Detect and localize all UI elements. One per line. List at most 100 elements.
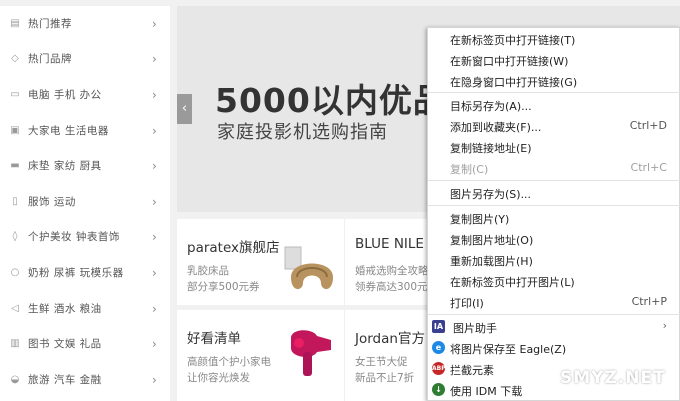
book-icon: ▥ xyxy=(10,337,20,349)
watermark-logo-icon xyxy=(540,367,560,387)
menu-separator xyxy=(428,92,680,93)
tile-title: 好看清单 xyxy=(187,331,241,347)
adblock-icon: ABP xyxy=(432,362,446,375)
context-menu: 在新标签页中打开链接(T) 在新窗口中打开链接(W) 在隐身窗口中打开链接(G)… xyxy=(427,27,680,401)
tile-line2: 部分享500元券 xyxy=(187,281,260,293)
sidebar-item-label: 服饰 运动 xyxy=(28,196,76,208)
sidebar-item-hot-recommend[interactable]: ▤ 热门推荐 › xyxy=(0,6,170,41)
fish-icon: ◁ xyxy=(11,302,19,314)
chevron-right-icon: › xyxy=(152,158,157,173)
menu-item-save-to-eagle[interactable]: e 将图片保存至 Eagle(Z) xyxy=(428,338,680,358)
sidebar-item-label: 生鲜 酒水 粮油 xyxy=(28,303,102,315)
tile-line1: 女王节大促 xyxy=(355,356,408,368)
sidebar-item-hot-brands[interactable]: ◇ 热门品牌 › xyxy=(0,41,170,76)
car-icon: ◒ xyxy=(10,373,20,385)
menu-item-image-assistant[interactable]: IA 图片助手 › xyxy=(428,317,680,337)
banner-prev-button[interactable]: ‹ xyxy=(177,94,192,124)
chevron-right-icon: › xyxy=(152,336,157,351)
menu-item-copy-link[interactable]: 复制链接地址(E) xyxy=(428,137,680,157)
menu-item-save-image-as[interactable]: 图片另存为(S)... xyxy=(428,183,680,203)
menu-item-label: 复制(C) xyxy=(450,163,489,176)
menu-item-open-link-new-tab[interactable]: 在新标签页中打开链接(T) xyxy=(428,29,680,49)
promo-tile-bluenile[interactable]: BLUE NILE 婚戒选购全攻略 领券高达300元 xyxy=(345,219,427,305)
sidebar-item-label: 图书 文娱 礼品 xyxy=(28,338,102,350)
menu-item-open-link-incognito[interactable]: 在隐身窗口中打开链接(G) xyxy=(428,71,680,91)
watermark-text: SMYZ.NET xyxy=(560,368,666,388)
hair-dryer-image xyxy=(291,330,331,376)
menu-item-print[interactable]: 打印(I) Ctrl+P xyxy=(428,292,680,312)
sidebar-item-fresh[interactable]: ◁ 生鲜 酒水 粮油 › xyxy=(0,291,170,326)
menu-item-shortcut: Ctrl+P xyxy=(631,295,667,308)
sidebar-item-label: 床垫 家纺 厨具 xyxy=(28,160,102,172)
menu-separator xyxy=(428,180,680,181)
chevron-left-icon: ‹ xyxy=(181,101,188,116)
tag-icon: ◇ xyxy=(11,52,19,64)
sidebar-item-apparel[interactable]: ▯ 服饰 运动 › xyxy=(0,184,170,219)
monitor-icon: ▭ xyxy=(10,88,20,100)
sidebar-item-label: 热门推荐 xyxy=(28,18,72,30)
eagle-icon: e xyxy=(432,341,445,354)
menu-item-label: 图片助手 xyxy=(453,322,497,335)
chevron-right-icon: › xyxy=(152,265,157,280)
tile-title: Jordan官方 xyxy=(355,331,425,347)
menu-item-label: 在新标签页中打开链接(T) xyxy=(450,34,576,47)
menu-item-add-bookmark[interactable]: 添加到收藏夹(F)... Ctrl+D xyxy=(428,116,680,136)
promo-tile-paratex[interactable]: paratex旗舰店 乳胶床品 部分享500元券 xyxy=(177,219,344,305)
menu-item-label: 重新加载图片(H) xyxy=(450,255,533,268)
sidebar-item-books[interactable]: ▥ 图书 文娱 礼品 › xyxy=(0,326,170,361)
sidebar-item-baby[interactable]: ○ 奶粉 尿裤 玩模乐器 › xyxy=(0,255,170,290)
document-icon: ▤ xyxy=(10,17,20,29)
promo-tile-good-list[interactable]: 好看清单 高颜值个护小家电 让你容光焕发 xyxy=(177,310,344,401)
chevron-right-icon: › xyxy=(152,372,157,387)
sidebar-item-computers[interactable]: ▭ 电脑 手机 办公 › xyxy=(0,77,170,112)
sidebar-item-label: 旅游 汽车 金融 xyxy=(28,374,102,386)
menu-item-label: 添加到收藏夹(F)... xyxy=(450,121,542,134)
menu-item-label: 使用 IDM 下载 xyxy=(450,385,523,398)
sidebar-item-appliances[interactable]: ▣ 大家电 生活电器 › xyxy=(0,113,170,148)
menu-item-label: 在新窗口中打开链接(W) xyxy=(450,55,569,68)
menu-item-label: 将图片保存至 Eagle(Z) xyxy=(450,343,567,356)
bed-icon: ▬ xyxy=(10,159,20,171)
tile-line2: 新品不止7折 xyxy=(355,372,415,384)
chevron-right-icon: › xyxy=(152,123,157,138)
sidebar-item-travel[interactable]: ◒ 旅游 汽车 金融 › xyxy=(0,362,170,397)
tv-icon: ▣ xyxy=(10,124,20,136)
menu-item-copy-image[interactable]: 复制图片(Y) xyxy=(428,208,680,228)
menu-item-copy: 复制(C) Ctrl+C xyxy=(428,158,680,178)
category-sidebar: ▤ 热门推荐 › ◇ 热门品牌 › ▭ 电脑 手机 办公 › ▣ 大家电 生活电… xyxy=(0,6,170,401)
chevron-right-icon: › xyxy=(152,51,157,66)
menu-item-label: 复制图片(Y) xyxy=(450,213,510,226)
image-assistant-icon: IA xyxy=(432,320,445,333)
sidebar-item-label: 电脑 手机 办公 xyxy=(28,89,102,101)
menu-item-shortcut: Ctrl+C xyxy=(630,161,667,174)
tile-line2: 领券高达300元 xyxy=(355,281,427,293)
diamond-icon: ◊ xyxy=(12,230,18,242)
sidebar-item-label: 个护美妆 钟表首饰 xyxy=(28,231,120,243)
menu-separator xyxy=(428,205,680,206)
menu-item-copy-image-address[interactable]: 复制图片地址(O) xyxy=(428,229,680,249)
promo-tile-jordan[interactable]: Jordan官方 女王节大促 新品不止7折 xyxy=(345,310,427,401)
shirt-icon: ▯ xyxy=(12,195,18,207)
menu-item-reload-image[interactable]: 重新加载图片(H) xyxy=(428,250,680,270)
sidebar-item-home[interactable]: ▬ 床垫 家纺 厨具 › xyxy=(0,148,170,183)
chevron-right-icon: › xyxy=(152,16,157,31)
menu-item-save-target-as[interactable]: 目标另存为(A)... xyxy=(428,95,680,115)
menu-item-label: 打印(I) xyxy=(450,297,484,310)
menu-item-open-image-new-tab[interactable]: 在新标签页中打开图片(L) xyxy=(428,271,680,291)
menu-item-label: 拦截元素 xyxy=(450,364,494,377)
pillow-image xyxy=(284,246,333,290)
chevron-right-icon: › xyxy=(152,301,157,316)
idm-icon: ↓ xyxy=(432,383,445,396)
menu-separator xyxy=(428,314,680,315)
menu-item-open-link-new-window[interactable]: 在新窗口中打开链接(W) xyxy=(428,50,680,70)
chevron-right-icon: › xyxy=(152,87,157,102)
sidebar-item-beauty[interactable]: ◊ 个护美妆 钟表首饰 › xyxy=(0,219,170,254)
baby-icon: ○ xyxy=(10,266,20,278)
menu-item-label: 图片另存为(S)... xyxy=(450,188,532,201)
menu-item-label: 在隐身窗口中打开链接(G) xyxy=(450,76,578,89)
tile-line1: 乳胶床品 xyxy=(187,265,229,277)
tile-line1: 婚戒选购全攻略 xyxy=(355,265,427,277)
sidebar-item-label: 奶粉 尿裤 玩模乐器 xyxy=(28,267,124,279)
menu-item-label: 目标另存为(A)... xyxy=(450,100,532,113)
banner-subhead: 家庭投影机选购指南 xyxy=(217,122,388,143)
